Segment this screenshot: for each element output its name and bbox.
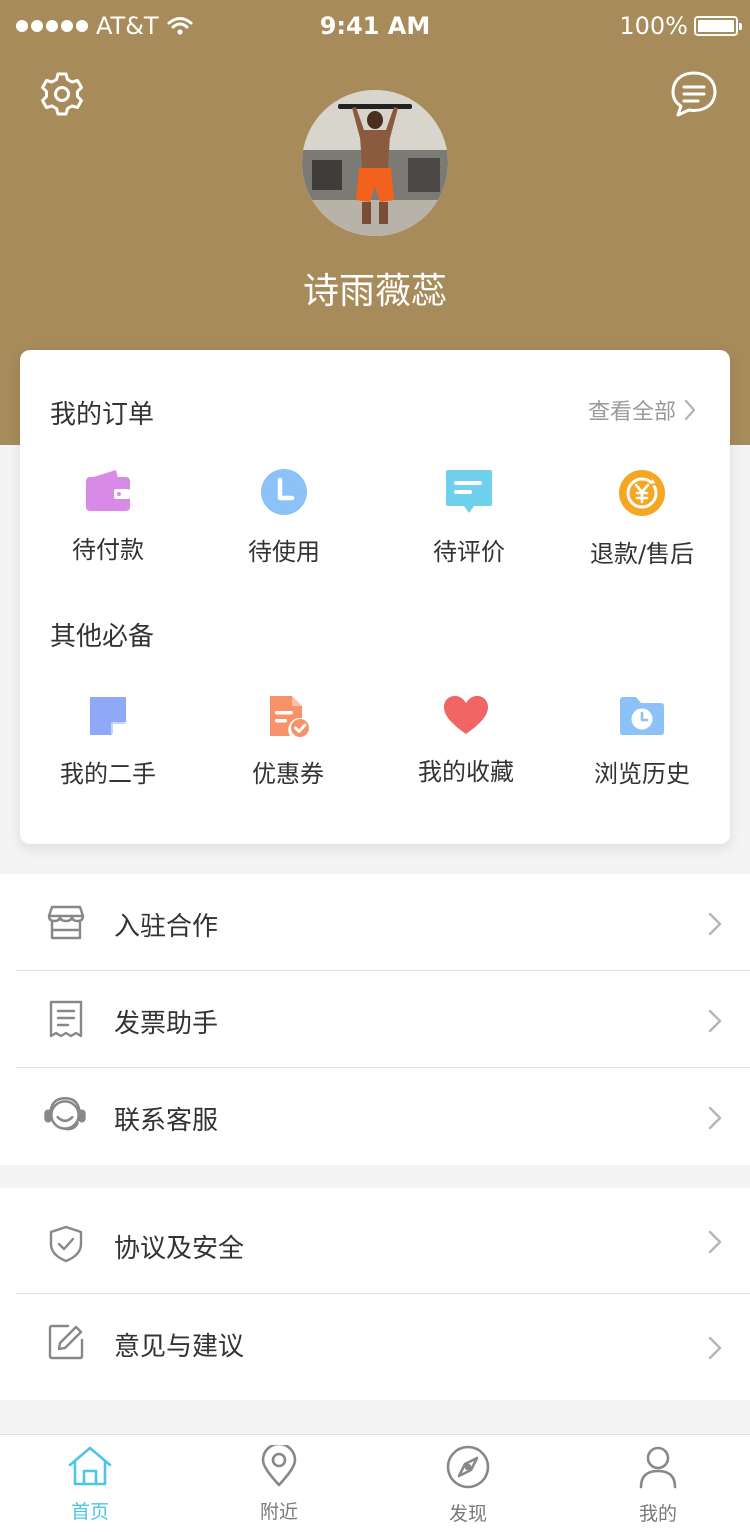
- chevron-right-icon: [708, 912, 722, 936]
- shield-icon: [49, 1225, 83, 1263]
- menu-item-label: 联系客服: [114, 1106, 219, 1136]
- menu-item-feedback[interactable]: 意见与建议: [16, 1294, 750, 1400]
- chevron-right-icon: [708, 1106, 722, 1130]
- order-label: 待使用: [248, 538, 320, 566]
- avatar-image: [302, 90, 448, 236]
- coupon-document-icon: [270, 696, 309, 737]
- chevron-right-icon: [684, 399, 696, 421]
- note-icon: [90, 697, 126, 735]
- order-label: 待评价: [433, 538, 505, 566]
- menu-item-label: 入驻合作: [114, 912, 219, 942]
- essential-label: 我的收藏: [418, 758, 514, 786]
- tab-bar: 首页 附近 发现 我的: [0, 1434, 750, 1532]
- order-pending-payment[interactable]: 待付款: [20, 468, 196, 565]
- essential-favorites[interactable]: 我的收藏: [378, 694, 554, 787]
- order-refund[interactable]: 退款/售后: [554, 468, 730, 569]
- tab-label: 我的: [638, 1503, 677, 1525]
- avatar[interactable]: [302, 90, 448, 236]
- tab-label: 发现: [448, 1503, 487, 1525]
- battery-percent: 100%: [619, 12, 688, 40]
- essential-label: 我的二手: [60, 760, 156, 788]
- history-folder-icon: [620, 697, 664, 735]
- heart-icon: [444, 696, 488, 734]
- headset-icon: [44, 1096, 86, 1131]
- essential-second-hand[interactable]: 我的二手: [20, 694, 196, 789]
- user-icon: [639, 1446, 677, 1489]
- store-icon: [47, 905, 85, 940]
- essential-label: 优惠券: [252, 760, 324, 788]
- essential-history[interactable]: 浏览历史: [554, 694, 730, 789]
- status-bar: AT&T 9:41 AM 100%: [0, 0, 750, 52]
- chevron-right-icon: [708, 1009, 722, 1033]
- battery-icon: [694, 16, 742, 36]
- invoice-icon: [49, 1000, 83, 1038]
- order-pending-review[interactable]: 待评价: [381, 468, 557, 567]
- chat-bubble-icon[interactable]: [668, 68, 720, 120]
- menu-item-partnership[interactable]: 入驻合作: [16, 874, 750, 971]
- menu-item-customer-service[interactable]: 联系客服: [16, 1068, 750, 1165]
- essential-coupons[interactable]: 优惠券: [200, 694, 376, 789]
- chevron-right-icon: [708, 1230, 722, 1254]
- order-label: 退款/售后: [589, 540, 695, 568]
- essentials-title: 其他必备: [50, 622, 155, 652]
- essential-label: 浏览历史: [594, 760, 690, 788]
- gear-icon[interactable]: [36, 68, 88, 120]
- chevron-right-icon: [708, 1336, 722, 1360]
- location-pin-icon: [261, 1445, 297, 1487]
- username: 诗雨薇蕊: [302, 271, 447, 312]
- comment-icon: [446, 470, 492, 513]
- menu-item-label: 协议及安全: [114, 1234, 245, 1264]
- home-icon: [68, 1446, 112, 1486]
- wallet-icon: [86, 470, 130, 511]
- orders-card: 我的订单 查看全部 待付款 待使用 待评价 退款/售后 其他必备 我的二手 优惠…: [20, 350, 730, 844]
- menu-group-services: 入驻合作 发票助手 联系客服: [0, 874, 750, 1165]
- view-all-label: 查看全部: [587, 400, 676, 425]
- menu-item-label: 意见与建议: [114, 1332, 245, 1362]
- tab-nearby[interactable]: 附近: [219, 1445, 339, 1524]
- menu-item-invoice[interactable]: 发票助手: [16, 971, 750, 1068]
- menu-item-label: 发票助手: [114, 1009, 219, 1039]
- compass-icon: [446, 1445, 490, 1489]
- order-label: 待付款: [72, 536, 144, 564]
- tab-label: 附近: [259, 1501, 298, 1523]
- view-all-orders-link[interactable]: 查看全部: [588, 394, 696, 426]
- edit-icon: [48, 1324, 84, 1360]
- refund-yen-icon: [619, 470, 665, 516]
- tab-discover[interactable]: 发现: [408, 1445, 528, 1526]
- order-pending-use[interactable]: 待使用: [196, 468, 372, 567]
- menu-item-agreement-security[interactable]: 协议及安全: [16, 1188, 750, 1294]
- status-right: 100%: [619, 12, 742, 40]
- tab-mine[interactable]: 我的: [598, 1445, 718, 1526]
- clock-icon: [261, 469, 307, 515]
- menu-group-settings: 协议及安全 意见与建议: [0, 1188, 750, 1400]
- orders-title: 我的订单: [50, 400, 155, 430]
- tab-label: 首页: [70, 1501, 109, 1523]
- tab-home[interactable]: 首页: [30, 1445, 150, 1524]
